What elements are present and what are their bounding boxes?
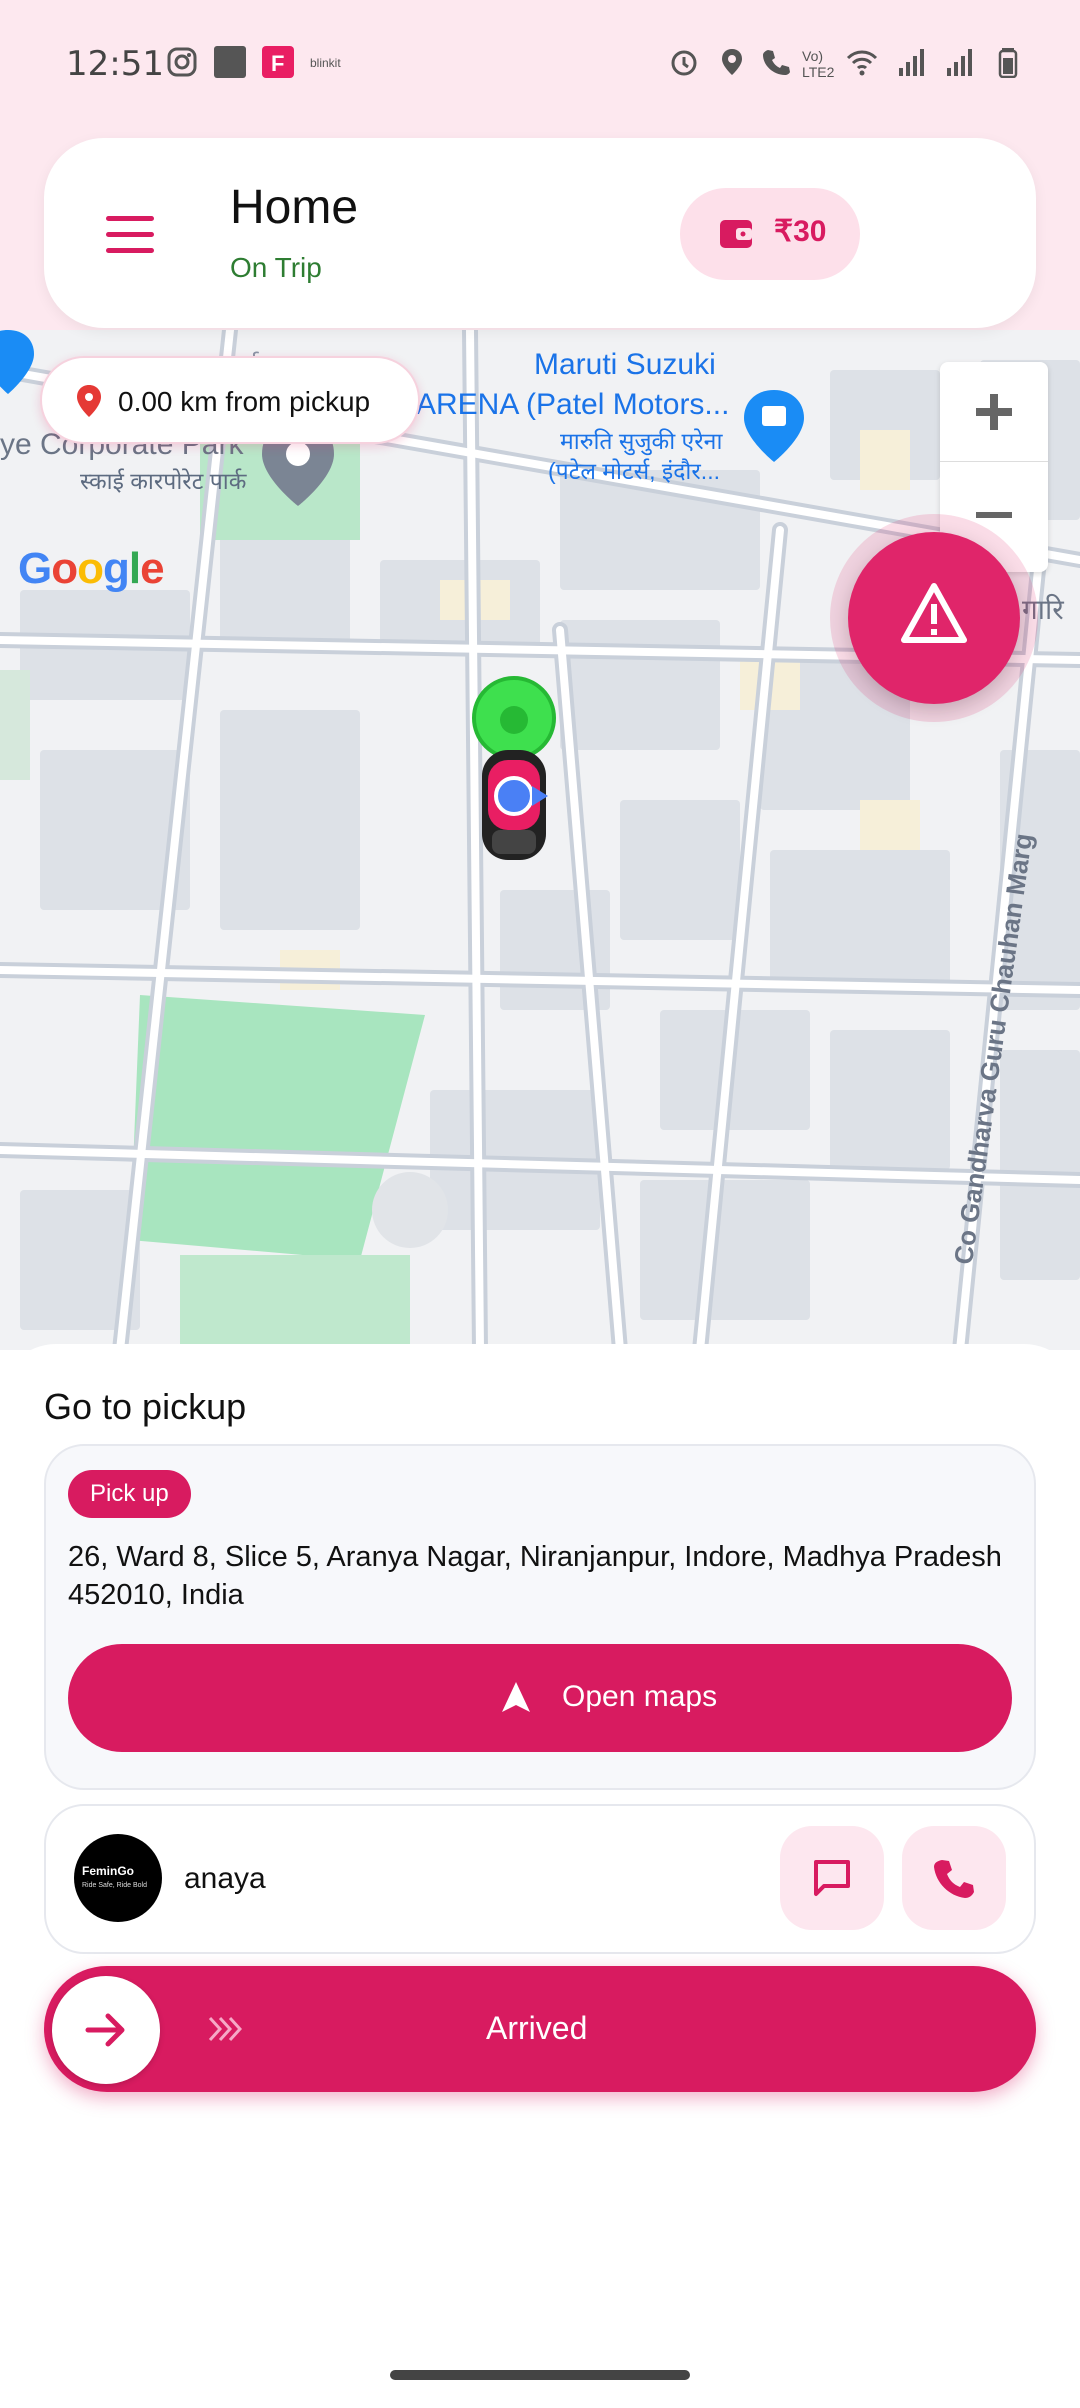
sos-alert-button[interactable] (848, 532, 1020, 704)
navigation-icon (502, 1682, 530, 1712)
header-card (44, 138, 1036, 328)
page-title: Home (230, 181, 359, 234)
svg-text:F: F (271, 51, 284, 76)
instagram-icon (167, 47, 197, 77)
call-icon (763, 50, 790, 75)
chat-icon (814, 1860, 850, 1896)
signal-icon (947, 49, 972, 76)
arrow-right-icon (85, 2013, 125, 2047)
park-hindi-label: स्काई कारपोरेट पार्क (80, 468, 247, 494)
avatar-tagline: Ride Safe, Ride Bold (82, 1882, 147, 1889)
distance-pill: 0.00 km from pickup (40, 356, 420, 444)
edge-road-label: गारि (1022, 594, 1064, 625)
app-f-icon: F (262, 46, 294, 78)
wallet-button[interactable]: ₹30 (680, 188, 860, 280)
wallet-icon (720, 220, 752, 248)
poi-hindi-name: मारुति सुजुकी एरेना (560, 428, 723, 454)
pickup-badge: Pick up (68, 1470, 191, 1518)
zoom-in-button[interactable] (940, 362, 1048, 462)
alarm-icon (671, 50, 697, 76)
phone-icon (934, 1860, 974, 1898)
google-logo: Google (18, 544, 165, 593)
chat-button[interactable] (780, 1826, 884, 1930)
signal-icon (899, 49, 924, 76)
location-icon (722, 49, 742, 75)
sheet-title: Go to pickup (44, 1386, 247, 1427)
home-indicator[interactable] (390, 2370, 690, 2380)
poi-name-line2[interactable]: ARENA (Patel Motors... (416, 388, 729, 422)
lte-label: Vo) LTE2 (802, 48, 835, 80)
arrived-label: Arrived (486, 2010, 588, 2046)
warning-icon (901, 583, 967, 643)
avatar-brand: FeminGo (82, 1864, 135, 1878)
blinkit-label: blinkit (310, 56, 341, 70)
menu-button[interactable] (90, 200, 160, 270)
arrived-slider-handle[interactable] (52, 1976, 160, 2084)
poi-hindi-name-line2: (पटेल मोटर्स, इंदौर... (548, 458, 720, 484)
contact-name: anaya (184, 1862, 266, 1895)
chevrons-right-icon (208, 2016, 242, 2042)
battery-icon (998, 48, 1018, 78)
pickup-address: 26, Ward 8, Slice 5, Aranya Nagar, Niran… (68, 1541, 1002, 1611)
distance-text: 0.00 km from pickup (118, 386, 371, 417)
square-icon (214, 46, 246, 78)
call-button[interactable] (902, 1826, 1006, 1930)
minus-icon (976, 512, 1012, 518)
status-time: 12:51 (66, 44, 164, 84)
trip-status: On Trip (230, 252, 322, 283)
plus-icon (976, 394, 1012, 430)
pin-icon (77, 385, 101, 417)
poi-name[interactable]: Maruti Suzuki (534, 348, 716, 382)
avatar: FeminGo Ride Safe, Ride Bold (74, 1834, 162, 1922)
wifi-icon (846, 50, 878, 76)
open-maps-label: Open maps (562, 1680, 718, 1713)
wallet-amount: ₹30 (774, 215, 827, 248)
open-maps-button[interactable]: Open maps (68, 1644, 1012, 1752)
